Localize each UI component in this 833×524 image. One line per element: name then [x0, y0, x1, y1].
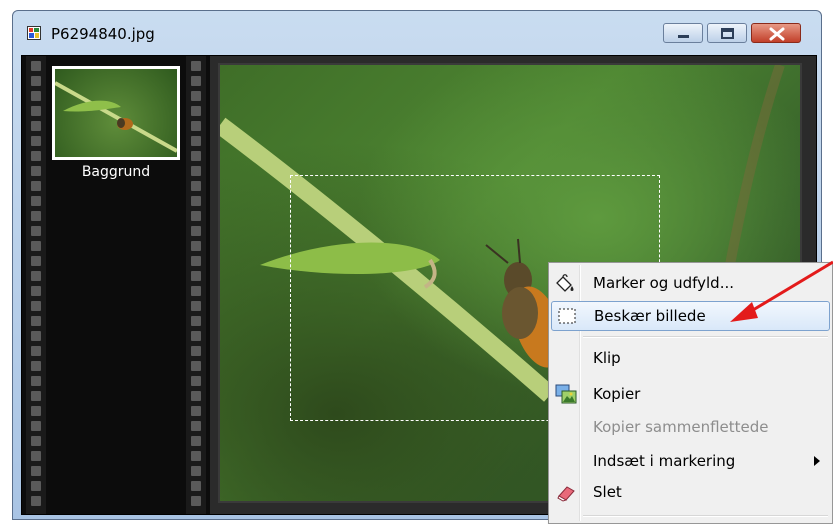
layer-label: Baggrund	[81, 164, 151, 180]
minimize-button[interactable]	[663, 23, 703, 43]
menu-item-label: Beskær billede	[594, 307, 706, 325]
fill-selection-icon	[556, 274, 574, 292]
menu-item-fill-selection[interactable]: Marker og udfyld...	[551, 268, 830, 298]
film-sprockets-right	[186, 56, 206, 514]
film-sprockets-left	[26, 56, 46, 514]
menu-item-label: Klip	[593, 349, 621, 367]
menu-item-copy-merged[interactable]: Kopier sammenflettede	[551, 412, 830, 442]
menu-item-delete[interactable]: Slet	[551, 477, 830, 507]
image-file-icon	[27, 26, 41, 40]
layer-thumbnail[interactable]	[52, 66, 180, 160]
menu-item-label: Indsæt i markering	[593, 452, 736, 470]
copy-image-icon	[555, 384, 577, 404]
maximize-icon	[721, 28, 734, 39]
layer-filmstrip: Baggrund	[22, 56, 210, 514]
eraser-icon	[557, 486, 575, 502]
thumbnail-image	[55, 81, 177, 153]
menu-item-paste-into-selection[interactable]: Indsæt i markering	[551, 446, 830, 476]
menu-item-copy[interactable]: Kopier	[551, 379, 830, 409]
close-button[interactable]	[751, 23, 801, 43]
menu-item-crop-image[interactable]: Beskær billede	[551, 301, 830, 331]
menu-separator	[583, 515, 828, 517]
submenu-arrow-icon	[814, 456, 820, 466]
menu-item-label: Kopier	[593, 385, 641, 403]
menu-item-cut[interactable]: Klip	[551, 343, 830, 373]
menu-separator	[583, 336, 828, 338]
menu-item-label: Slet	[593, 483, 622, 501]
menu-item-label: Kopier sammenflettede	[593, 418, 769, 436]
maximize-button[interactable]	[707, 23, 747, 43]
close-icon	[769, 27, 785, 41]
minimize-icon	[678, 35, 689, 38]
title-bar[interactable]: P6294840.jpg	[13, 11, 821, 55]
crop-icon	[558, 308, 576, 324]
context-menu: Marker og udfyld... Beskær billede Klip …	[548, 262, 833, 524]
window-title: P6294840.jpg	[51, 25, 155, 43]
menu-item-label: Marker og udfyld...	[593, 274, 734, 292]
